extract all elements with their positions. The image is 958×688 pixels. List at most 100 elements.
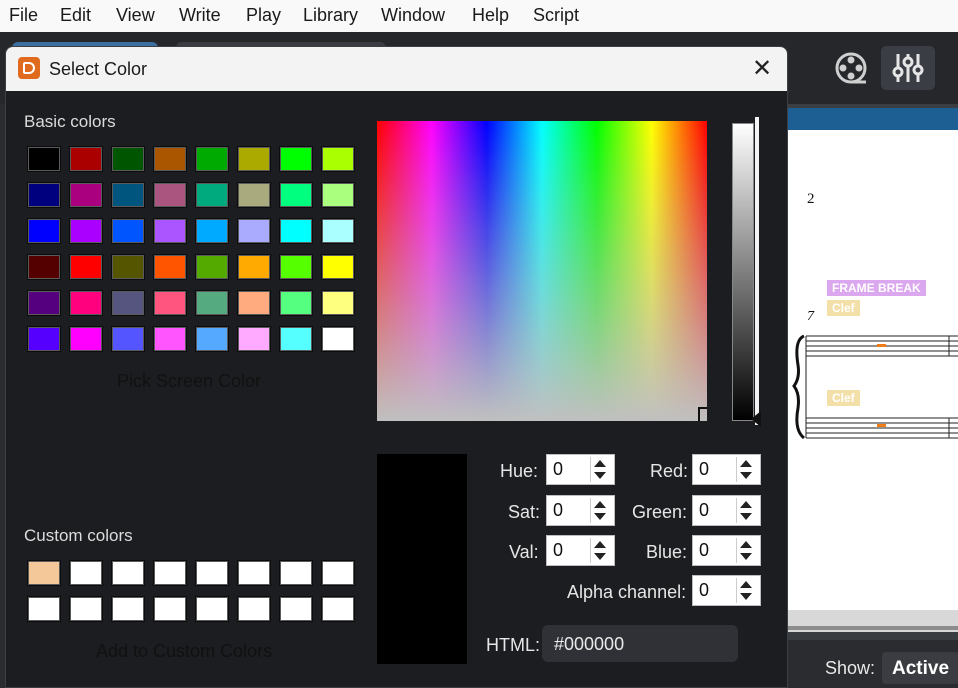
spin-down-icon[interactable]: [594, 553, 606, 560]
basic-color-swatch[interactable]: [237, 290, 271, 316]
basic-color-swatch[interactable]: [27, 326, 61, 352]
custom-color-swatch[interactable]: [195, 560, 229, 586]
basic-color-swatch[interactable]: [237, 326, 271, 352]
menu-file[interactable]: File: [9, 5, 38, 26]
menu-window[interactable]: Window: [381, 5, 445, 26]
spin-down-icon[interactable]: [740, 472, 752, 479]
basic-color-swatch[interactable]: [27, 290, 61, 316]
menu-help[interactable]: Help: [472, 5, 509, 26]
basic-color-swatch[interactable]: [27, 146, 61, 172]
basic-color-swatch[interactable]: [279, 146, 313, 172]
luminance-arrow-icon[interactable]: [751, 411, 761, 427]
red-spinbox[interactable]: 0: [692, 454, 761, 485]
color-spectrum[interactable]: [377, 121, 707, 421]
menu-library[interactable]: Library: [303, 5, 358, 26]
custom-color-swatch[interactable]: [111, 596, 145, 622]
basic-color-swatch[interactable]: [69, 254, 103, 280]
luminance-slider[interactable]: [732, 123, 754, 421]
custom-color-swatch[interactable]: [153, 596, 187, 622]
html-hex-input[interactable]: #000000: [542, 625, 738, 662]
mixer-button[interactable]: [881, 46, 935, 90]
basic-color-swatch[interactable]: [111, 218, 145, 244]
custom-color-swatch[interactable]: [27, 596, 61, 622]
basic-color-swatch[interactable]: [111, 290, 145, 316]
basic-color-swatch[interactable]: [321, 218, 355, 244]
custom-color-swatch[interactable]: [69, 596, 103, 622]
frame-break-marker[interactable]: FRAME BREAK: [827, 280, 926, 296]
menu-script[interactable]: Script: [533, 5, 579, 26]
basic-color-swatch[interactable]: [153, 146, 187, 172]
basic-color-swatch[interactable]: [279, 182, 313, 208]
basic-color-swatch[interactable]: [321, 182, 355, 208]
menu-view[interactable]: View: [116, 5, 155, 26]
basic-color-swatch[interactable]: [69, 290, 103, 316]
menu-edit[interactable]: Edit: [60, 5, 91, 26]
custom-color-swatch[interactable]: [279, 560, 313, 586]
basic-color-swatch[interactable]: [69, 218, 103, 244]
dialog-titlebar[interactable]: Select Color ✕: [6, 47, 787, 91]
spin-down-icon[interactable]: [740, 553, 752, 560]
basic-color-swatch[interactable]: [237, 218, 271, 244]
custom-color-swatch[interactable]: [237, 560, 271, 586]
basic-color-swatch[interactable]: [321, 146, 355, 172]
basic-color-swatch[interactable]: [195, 326, 229, 352]
custom-color-swatch[interactable]: [111, 560, 145, 586]
basic-color-swatch[interactable]: [195, 146, 229, 172]
basic-color-swatch[interactable]: [69, 146, 103, 172]
basic-color-swatch[interactable]: [195, 254, 229, 280]
basic-color-swatch[interactable]: [321, 326, 355, 352]
custom-color-swatch[interactable]: [153, 560, 187, 586]
basic-color-swatch[interactable]: [111, 326, 145, 352]
custom-color-swatch[interactable]: [69, 560, 103, 586]
basic-color-swatch[interactable]: [111, 254, 145, 280]
basic-color-swatch[interactable]: [279, 218, 313, 244]
custom-color-swatch[interactable]: [237, 596, 271, 622]
spin-down-icon[interactable]: [594, 472, 606, 479]
video-button[interactable]: [824, 46, 878, 90]
custom-color-swatch[interactable]: [321, 560, 355, 586]
sat-spinbox[interactable]: 0: [546, 495, 615, 526]
close-button[interactable]: ✕: [746, 53, 778, 85]
alpha-spinbox[interactable]: 0: [692, 575, 761, 606]
custom-color-swatch[interactable]: [195, 596, 229, 622]
add-to-custom-colors-button[interactable]: Add to Custom Colors: [96, 641, 272, 662]
show-dropdown[interactable]: Active: [882, 652, 958, 684]
spin-up-icon[interactable]: [594, 541, 606, 548]
custom-color-swatch[interactable]: [321, 596, 355, 622]
basic-color-swatch[interactable]: [321, 290, 355, 316]
basic-color-swatch[interactable]: [237, 182, 271, 208]
spin-up-icon[interactable]: [740, 460, 752, 467]
basic-color-swatch[interactable]: [111, 146, 145, 172]
hue-spinbox[interactable]: 0: [546, 454, 615, 485]
basic-color-swatch[interactable]: [69, 326, 103, 352]
basic-color-swatch[interactable]: [153, 290, 187, 316]
custom-color-swatch[interactable]: [27, 560, 61, 586]
blue-spinbox[interactable]: 0: [692, 535, 761, 566]
basic-color-swatch[interactable]: [195, 218, 229, 244]
basic-color-swatch[interactable]: [27, 218, 61, 244]
basic-color-swatch[interactable]: [237, 146, 271, 172]
spin-down-icon[interactable]: [594, 513, 606, 520]
spin-up-icon[interactable]: [594, 501, 606, 508]
basic-color-swatch[interactable]: [153, 182, 187, 208]
basic-color-swatch[interactable]: [279, 254, 313, 280]
menu-write[interactable]: Write: [179, 5, 221, 26]
spin-up-icon[interactable]: [594, 460, 606, 467]
basic-color-swatch[interactable]: [279, 326, 313, 352]
basic-color-swatch[interactable]: [195, 290, 229, 316]
spectrum-crosshair[interactable]: [698, 407, 707, 421]
green-spinbox[interactable]: 0: [692, 495, 761, 526]
spin-up-icon[interactable]: [740, 541, 752, 548]
basic-color-swatch[interactable]: [237, 254, 271, 280]
basic-color-swatch[interactable]: [111, 182, 145, 208]
basic-color-swatch[interactable]: [153, 326, 187, 352]
basic-color-swatch[interactable]: [27, 254, 61, 280]
basic-color-swatch[interactable]: [279, 290, 313, 316]
spin-up-icon[interactable]: [740, 581, 752, 588]
spin-down-icon[interactable]: [740, 513, 752, 520]
basic-color-swatch[interactable]: [153, 218, 187, 244]
basic-color-swatch[interactable]: [27, 182, 61, 208]
clef-marker[interactable]: Clef: [827, 390, 860, 406]
basic-color-swatch[interactable]: [153, 254, 187, 280]
pick-screen-color-button[interactable]: Pick Screen Color: [117, 371, 261, 392]
